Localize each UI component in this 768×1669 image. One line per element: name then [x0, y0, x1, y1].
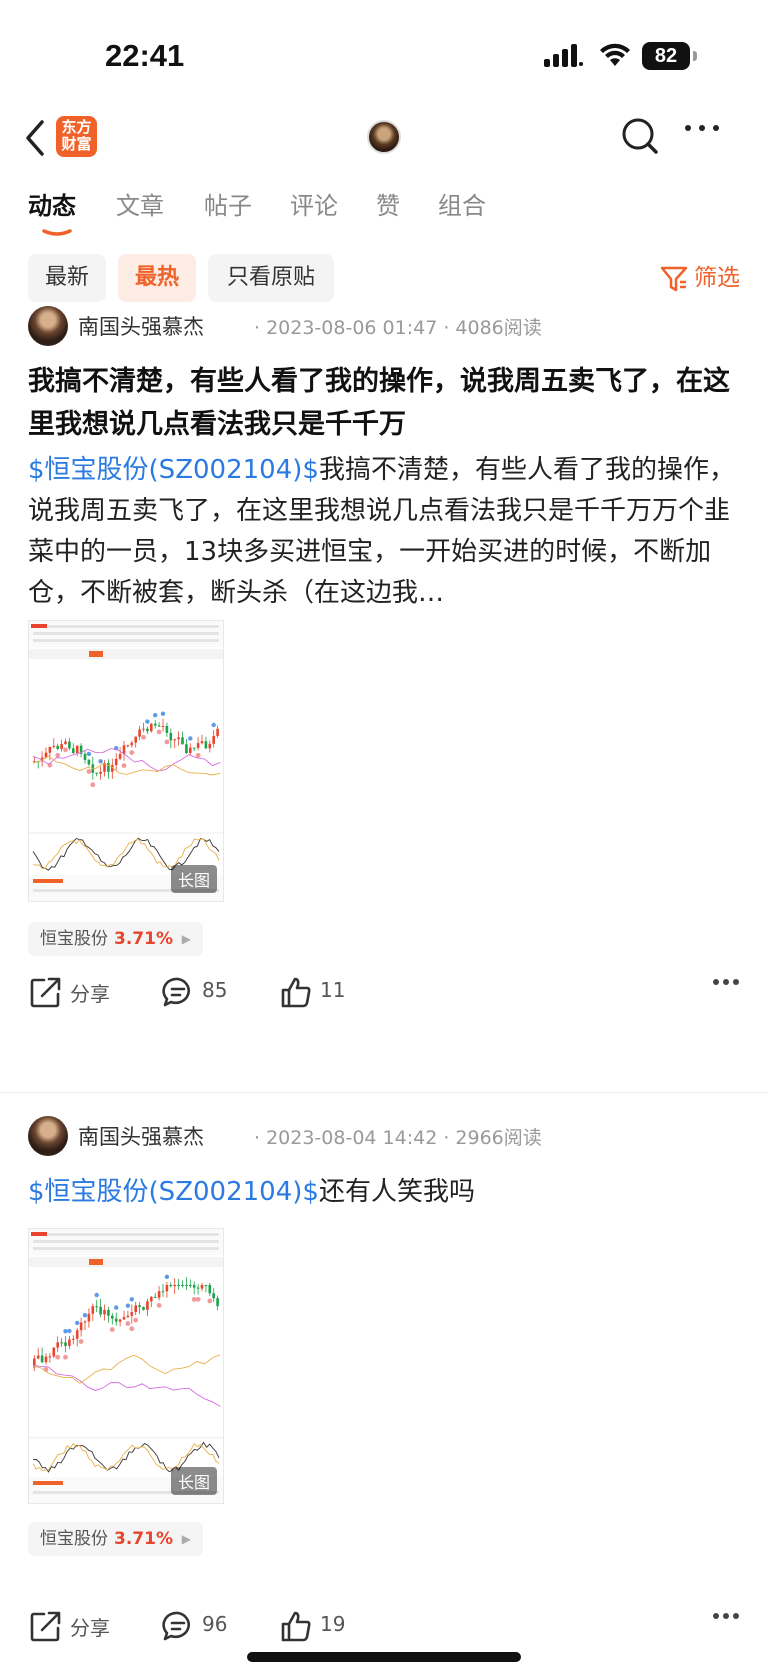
stock-tag[interactable]: 恒宝股份 3.71% ▶ [28, 922, 203, 956]
status-time: 22:41 [105, 38, 185, 73]
share-icon [30, 977, 61, 1008]
filter-button[interactable]: 筛选 [654, 254, 740, 302]
post-actions: 分享 96 19 [28, 1606, 740, 1646]
comment-icon [162, 1611, 190, 1641]
post-card[interactable]: 南国头强慕杰 · 2023-08-04 14:42 · 2966阅读 $恒宝股份… [0, 1116, 768, 1656]
tab-posts[interactable]: 帖子 [204, 186, 252, 221]
logo-text-line2: 财富 [61, 135, 92, 153]
author-name[interactable]: 南国头强慕杰 [78, 311, 204, 341]
filter-original-only[interactable]: 只看原贴 [208, 254, 334, 302]
comment-count: 85 [202, 978, 228, 1002]
tab-comments[interactable]: 评论 [290, 186, 338, 221]
post-title[interactable]: 我搞不清楚，有些人看了我的操作，说我周五卖飞了，在这里我想说几点看法我只是千千万 [28, 360, 740, 446]
like-count: 19 [320, 1612, 346, 1636]
filter-latest[interactable]: 最新 [28, 254, 106, 302]
back-arrow-icon[interactable] [24, 118, 46, 158]
share-icon [30, 1611, 61, 1642]
author-name[interactable]: 南国头强慕杰 [78, 1121, 204, 1151]
stock-tag-name: 恒宝股份 [40, 1529, 108, 1549]
top-nav-bar: 东方 财富 [0, 108, 768, 170]
post-card[interactable]: 南国头强慕杰 · 2023-08-06 01:47 · 4086阅读 我搞不清楚… [0, 306, 768, 1026]
like-count: 11 [320, 978, 346, 1002]
post-header: 南国头强慕杰 · 2023-08-06 01:47 · 4086阅读 [28, 306, 748, 346]
comment-button[interactable]: 96 [160, 1606, 240, 1646]
author-avatar[interactable] [28, 1116, 68, 1156]
post-image[interactable]: 长图 [28, 620, 224, 902]
tab-dynamics[interactable]: 动态 [28, 186, 76, 221]
funnel-icon [660, 266, 688, 292]
chevron-right-icon: ▶ [181, 932, 191, 946]
status-bar: 22:41 82 [0, 0, 768, 100]
share-button[interactable]: 分享 [28, 972, 128, 1012]
thumbs-up-icon [281, 977, 311, 1008]
post-header: 南国头强慕杰 · 2023-08-04 14:42 · 2966阅读 [28, 1116, 748, 1156]
post-meta: · 2023-08-04 14:42 · 2966阅读 [254, 1127, 542, 1149]
post-body-text: 还有人笑我吗 [318, 1177, 475, 1207]
post-image[interactable]: 长图 [28, 1228, 224, 1504]
filter-bar: 最新 最热 只看原贴 筛选 [28, 254, 740, 304]
stock-tag-change: 3.71% [114, 1529, 173, 1549]
tab-active-indicator [42, 229, 72, 236]
stock-tag-name: 恒宝股份 [40, 929, 108, 949]
search-icon[interactable] [620, 116, 660, 156]
post-divider [0, 1092, 768, 1093]
share-label: 分享 [70, 1616, 110, 1640]
kline-chart-image [29, 621, 223, 901]
wifi-icon [600, 43, 630, 66]
profile-avatar[interactable] [367, 120, 401, 154]
cellular-signal-icon [544, 44, 583, 67]
comment-button[interactable]: 85 [160, 972, 240, 1012]
share-label: 分享 [70, 982, 110, 1006]
filter-label: 筛选 [694, 265, 740, 291]
tab-portfolio[interactable]: 组合 [438, 186, 486, 221]
chevron-right-icon: ▶ [181, 1532, 191, 1546]
more-options-icon[interactable] [684, 124, 720, 132]
long-image-badge: 长图 [170, 865, 217, 893]
like-button[interactable]: 11 [278, 972, 358, 1012]
battery-tip [693, 51, 697, 61]
stock-link[interactable]: $恒宝股份(SZ002104)$ [28, 1177, 319, 1207]
share-button[interactable]: 分享 [28, 1606, 128, 1646]
home-indicator [247, 1652, 521, 1662]
tab-likes[interactable]: 赞 [376, 186, 400, 221]
kline-chart-image [29, 1229, 223, 1503]
stock-link[interactable]: $恒宝股份(SZ002104)$ [28, 455, 319, 485]
author-avatar[interactable] [28, 306, 68, 346]
post-body[interactable]: $恒宝股份(SZ002104)$还有人笑我吗 [28, 1172, 740, 1214]
post-body[interactable]: $恒宝股份(SZ002104)$我搞不清楚，有些人看了我的操作，说我周五卖飞了，… [28, 450, 740, 614]
battery-indicator: 82 [642, 42, 690, 70]
more-dots-icon[interactable] [712, 1612, 740, 1620]
logo-text-line1: 东方 [61, 118, 92, 136]
post-meta: · 2023-08-06 01:47 · 4086阅读 [254, 317, 542, 339]
thumbs-up-icon [281, 1611, 311, 1642]
post-actions: 分享 85 11 [28, 972, 740, 1012]
long-image-badge: 长图 [170, 1467, 217, 1495]
app-logo[interactable]: 东方 财富 [56, 116, 97, 157]
filter-hottest[interactable]: 最热 [118, 254, 196, 302]
comment-icon [162, 977, 190, 1007]
stock-tag[interactable]: 恒宝股份 3.71% ▶ [28, 1522, 203, 1556]
comment-count: 96 [202, 1612, 228, 1636]
tab-articles[interactable]: 文章 [116, 186, 164, 221]
like-button[interactable]: 19 [278, 1606, 358, 1646]
stock-tag-change: 3.71% [114, 929, 173, 949]
more-dots-icon[interactable] [712, 978, 740, 986]
